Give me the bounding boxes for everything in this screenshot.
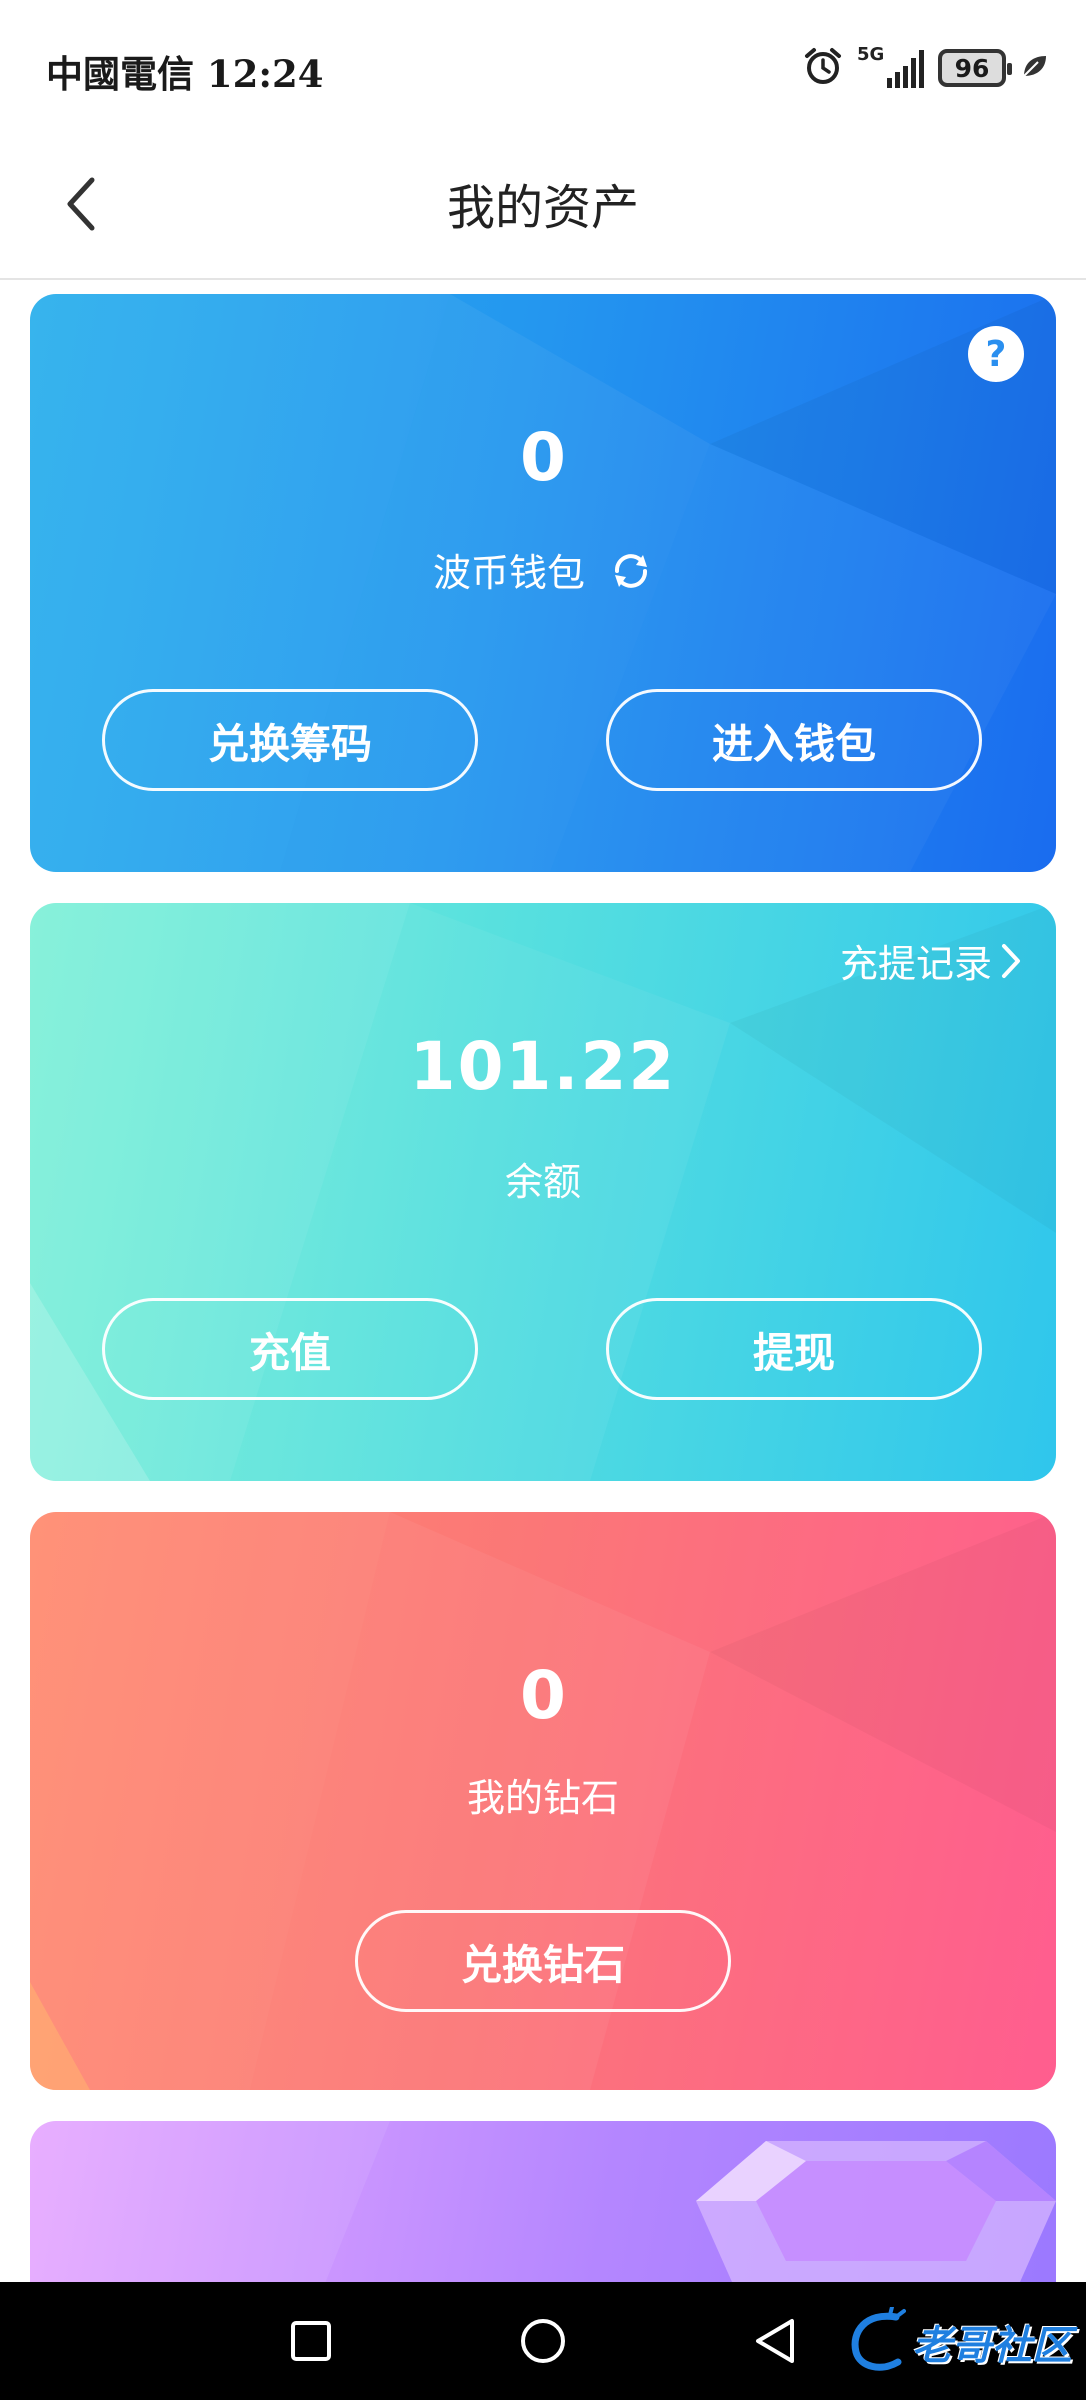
watermark-text: 老哥社区 <box>912 2323 1072 2369</box>
leaf-icon <box>1020 52 1048 84</box>
exchange-chips-button[interactable]: 兑换筹码 <box>102 689 478 791</box>
help-button[interactable]: ? <box>968 326 1024 382</box>
square-icon <box>291 2321 331 2361</box>
page-title: 我的资产 <box>446 180 639 236</box>
wallet-label: 波币钱包 <box>432 551 585 595</box>
battery-level: 96 <box>954 53 990 83</box>
wallet-amount: 0 <box>520 419 566 496</box>
exchange-diamond-button[interactable]: 兑换钻石 <box>355 1910 731 2012</box>
refresh-icon[interactable] <box>609 549 653 602</box>
battery-icon: 96 <box>938 49 1012 87</box>
system-nav-bar: 老哥社区 <box>0 2282 1086 2400</box>
page-header: 我的资产 <box>0 130 1086 280</box>
alarm-icon <box>803 46 843 90</box>
triangle-back-icon <box>756 2319 794 2363</box>
chevron-right-icon <box>1002 943 1020 978</box>
circle-icon <box>521 2319 565 2363</box>
recharge-button[interactable]: 充值 <box>102 1298 478 1400</box>
enter-wallet-button[interactable]: 进入钱包 <box>606 689 982 791</box>
status-icons: 5G 96 <box>803 44 1048 90</box>
status-bar: 中國電信 12:24 5G 96 <box>0 0 1086 130</box>
watermark-logo: 老哥社区 <box>846 2302 1072 2382</box>
diamond-card: 0 我的钻石 兑换钻石 <box>30 1512 1056 2090</box>
home-button[interactable] <box>508 2306 578 2376</box>
diamond-label: 我的钻石 <box>466 1776 619 1820</box>
assets-screen: 中國電信 12:24 5G 96 我的资产 ? 0 波币钱包 兑换筹码 进入钱包… <box>0 0 1086 2400</box>
wallet-label-row: 波币钱包 <box>30 542 1056 602</box>
withdraw-button[interactable]: 提现 <box>606 1298 982 1400</box>
back-nav-button[interactable] <box>740 2306 810 2376</box>
recharge-withdraw-record-link[interactable]: 充提记录 <box>840 933 1022 988</box>
wallet-card: ? 0 波币钱包 兑换筹码 进入钱包 <box>30 294 1056 872</box>
gem-icon <box>696 2141 1056 2291</box>
balance-label: 余额 <box>504 1160 581 1204</box>
dragon-icon <box>851 2307 906 2371</box>
recent-apps-button[interactable] <box>276 2306 346 2376</box>
carrier-time: 中國電信 12:24 <box>46 52 324 96</box>
balance-amount: 101.22 <box>409 1028 677 1105</box>
diamond-amount: 0 <box>520 1657 566 1734</box>
network-type: 5G <box>857 44 885 65</box>
signal-icon: 5G <box>857 44 924 88</box>
balance-card: 充提记录 101.22 余额 充值 提现 <box>30 903 1056 1481</box>
question-icon: ? <box>985 333 1007 375</box>
record-link-label: 充提记录 <box>839 942 992 986</box>
